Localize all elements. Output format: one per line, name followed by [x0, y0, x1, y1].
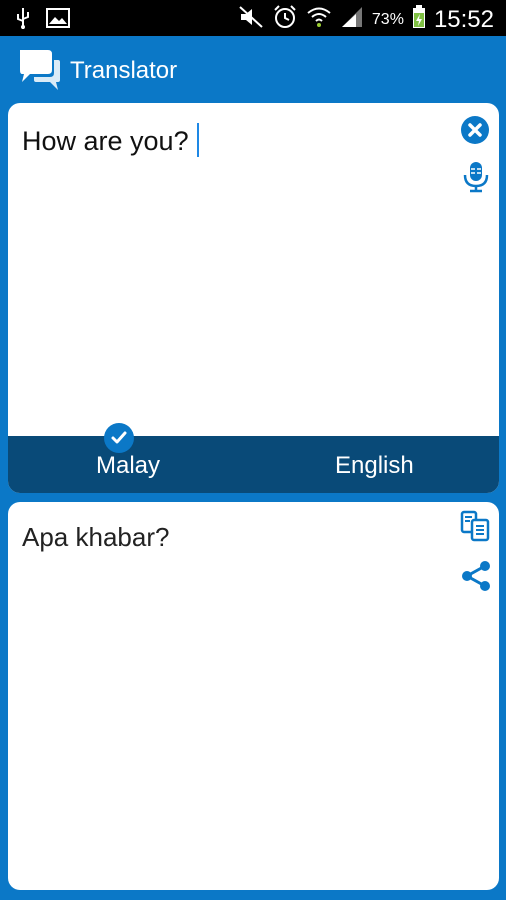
input-text-field[interactable]: How are you? [22, 123, 199, 157]
checkmark-icon [104, 423, 134, 453]
clear-icon[interactable] [460, 115, 490, 150]
clock-time: 15:52 [433, 5, 494, 33]
battery-percent: 73% [371, 10, 404, 28]
alarm-icon [272, 4, 298, 35]
status-bar: 73% 15:52 [0, 0, 506, 36]
target-language-button[interactable]: English [335, 452, 414, 480]
copy-icon[interactable] [460, 510, 490, 547]
language-bar: Malay English [8, 423, 499, 493]
signal-icon [340, 6, 364, 33]
output-panel: Apa khabar? [8, 502, 499, 890]
app-bar: Translator [0, 36, 506, 102]
image-icon [46, 8, 70, 33]
output-text: Apa khabar? [22, 522, 170, 552]
source-language-button[interactable]: Malay [96, 452, 160, 480]
app-title: Translator [70, 57, 178, 84]
microphone-icon[interactable] [462, 161, 490, 198]
wifi-icon [306, 5, 332, 34]
input-panel[interactable]: How are you? Malay English [8, 103, 499, 493]
mute-icon [238, 5, 264, 34]
chat-bubbles-icon[interactable] [16, 46, 62, 92]
text-cursor [196, 123, 199, 157]
usb-icon [14, 6, 32, 35]
input-text: How are you? [22, 126, 189, 156]
battery-icon [412, 5, 426, 34]
share-icon[interactable] [460, 560, 492, 597]
